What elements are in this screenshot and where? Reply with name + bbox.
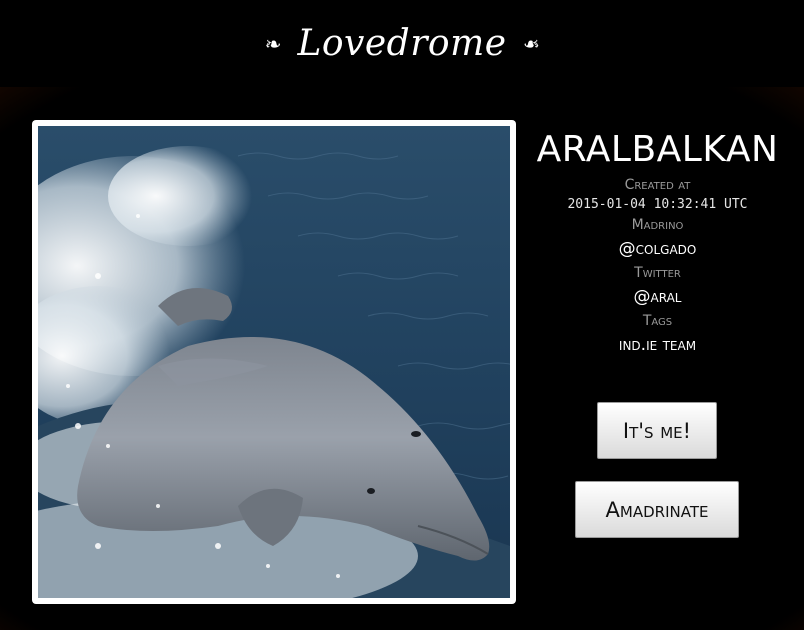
created-at-label: Created at	[624, 177, 691, 193]
madrino-link[interactable]: @colgado	[535, 235, 780, 263]
fleuron-left-icon: ❧	[264, 31, 282, 56]
brand[interactable]: ❧ Lovedrome ❧	[265, 23, 540, 64]
its-me-button[interactable]: It's me!	[597, 402, 717, 459]
dolphin-image	[38, 126, 510, 598]
amadrinate-button[interactable]: Amadrinate	[575, 481, 739, 538]
fleuron-right-icon: ❧	[522, 31, 540, 56]
tag-item[interactable]: ind.ie team	[535, 331, 780, 359]
madrino-label: Madrino	[631, 217, 684, 233]
tags-label: Tags	[642, 313, 673, 329]
profile-photo-frame	[32, 120, 516, 604]
profile-photo	[38, 126, 510, 598]
profile-panel: ARALBALKAN Created at 2015-01-04 10:32:4…	[0, 87, 804, 630]
site-header: ❧ Lovedrome ❧	[0, 0, 804, 87]
twitter-label: Twitter	[634, 265, 681, 281]
profile-username: ARALBALKAN	[536, 129, 779, 170]
profile-info: ARALBALKAN Created at 2015-01-04 10:32:4…	[535, 127, 780, 359]
created-at-value: 2015-01-04 10:32:41 UTC	[567, 197, 748, 212]
twitter-link[interactable]: @aral	[535, 283, 780, 311]
site-title: Lovedrome	[297, 23, 507, 64]
